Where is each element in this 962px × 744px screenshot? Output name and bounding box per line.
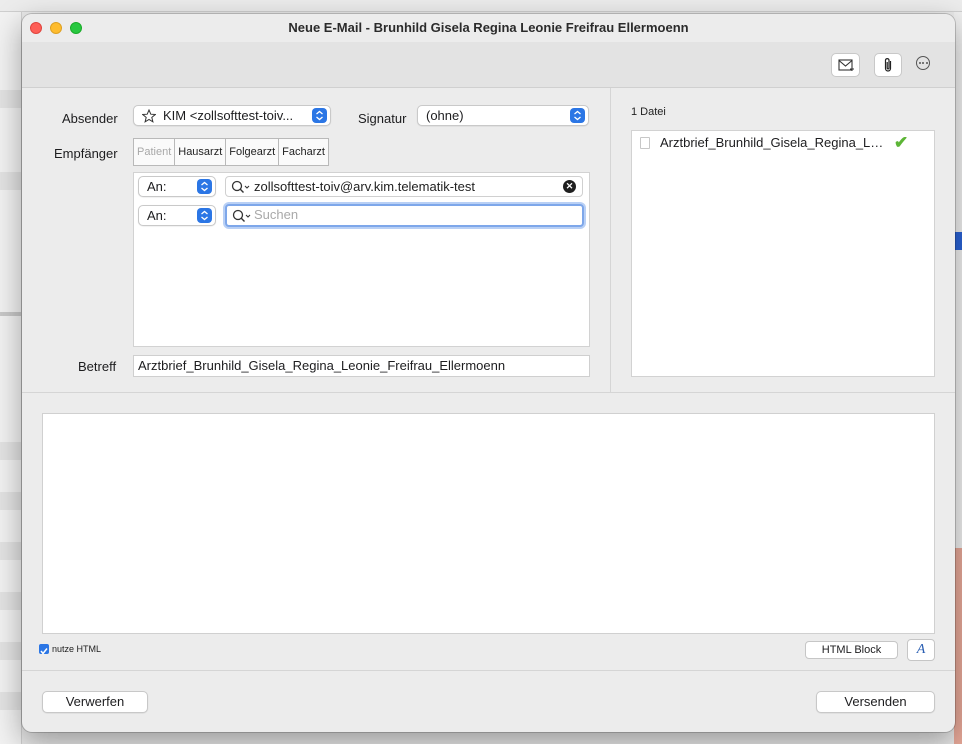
subject-label: Betreff xyxy=(78,359,117,374)
new-mail-button[interactable] xyxy=(831,53,860,77)
recipient-type-popup-2[interactable]: An: xyxy=(138,205,216,226)
clear-icon[interactable]: ✕ xyxy=(563,180,576,193)
popup-arrows-icon xyxy=(197,208,212,223)
recipient-type-popup-1[interactable]: An: xyxy=(138,176,216,197)
search-icon xyxy=(232,209,251,222)
send-button[interactable]: Versenden xyxy=(816,691,935,713)
attachment-name: Arztbrief_Brunhild_Gisela_Regina_Leonie_… xyxy=(660,135,886,150)
sender-value: KIM <zollsofttest-toiv... xyxy=(163,108,294,123)
folgearzt-button[interactable]: Folgearzt xyxy=(226,139,280,165)
hausarzt-button[interactable]: Hausarzt xyxy=(175,139,227,165)
window-zoom-button[interactable] xyxy=(70,22,82,34)
sender-label: Absender xyxy=(62,111,118,126)
recipient-type-1: An: xyxy=(147,179,167,194)
checkmark-icon: ✔ xyxy=(894,133,909,152)
star-icon xyxy=(142,109,156,123)
recipient-search-placeholder: Suchen xyxy=(254,207,299,222)
signature-value: (ohne) xyxy=(426,108,464,123)
more-icon[interactable] xyxy=(916,56,930,70)
popup-arrows-icon xyxy=(197,179,212,194)
popup-arrows-icon xyxy=(570,108,585,123)
footer-divider xyxy=(22,670,955,671)
window-minimize-button[interactable] xyxy=(50,22,62,34)
sender-popup[interactable]: KIM <zollsofttest-toiv... xyxy=(133,105,331,126)
recipient-list: An: zollsofttest-toiv@arv.kim.telematik-… xyxy=(133,172,590,347)
use-html-label: nutze HTML xyxy=(52,644,102,654)
signature-popup[interactable]: (ohne) xyxy=(417,105,589,126)
compose-window: Neue E-Mail - Brunhild Gisela Regina Leo… xyxy=(22,14,955,732)
window-title: Neue E-Mail - Brunhild Gisela Regina Leo… xyxy=(22,14,955,42)
discard-button[interactable]: Verwerfen xyxy=(42,691,148,713)
recipient-search-input[interactable]: Suchen xyxy=(225,204,584,227)
popup-arrows-icon xyxy=(312,108,327,123)
window-close-button[interactable] xyxy=(30,22,42,34)
recipient-address-1: zollsofttest-toiv@arv.kim.telematik-test xyxy=(254,179,476,194)
background-header xyxy=(0,0,962,12)
attachment-list: Arztbrief_Brunhild_Gisela_Regina_Leonie_… xyxy=(631,130,935,377)
attach-button[interactable] xyxy=(874,53,902,77)
facharzt-button[interactable]: Facharzt xyxy=(279,139,328,165)
attachment-row[interactable]: Arztbrief_Brunhild_Gisela_Regina_Leonie_… xyxy=(640,133,928,153)
document-icon xyxy=(640,137,650,149)
background-right-panel xyxy=(954,12,962,744)
recipients-label: Empfänger xyxy=(54,146,118,161)
patient-button: Patient xyxy=(134,139,176,165)
horizontal-divider xyxy=(22,392,955,393)
signature-label: Signatur xyxy=(358,111,407,126)
font-button[interactable]: A xyxy=(907,639,935,661)
attachment-count: 1 Datei xyxy=(631,106,666,118)
vertical-divider xyxy=(610,88,611,392)
use-html-checkbox[interactable] xyxy=(39,644,49,655)
recipient-type-2: An: xyxy=(147,208,167,223)
paperclip-icon xyxy=(884,58,892,72)
recipient-address-field-1[interactable]: zollsofttest-toiv@arv.kim.telematik-test… xyxy=(225,176,583,197)
new-mail-icon xyxy=(837,59,854,71)
search-icon xyxy=(231,180,250,193)
subject-field[interactable]: Arztbrief_Brunhild_Gisela_Regina_Leonie_… xyxy=(133,355,590,377)
recipient-quick-buttons: Patient Hausarzt Folgearzt Facharzt xyxy=(133,138,329,166)
toolbar xyxy=(22,42,955,88)
background-left-panel xyxy=(0,12,22,744)
html-block-button[interactable]: HTML Block xyxy=(805,641,898,659)
message-body-editor[interactable] xyxy=(42,413,935,634)
